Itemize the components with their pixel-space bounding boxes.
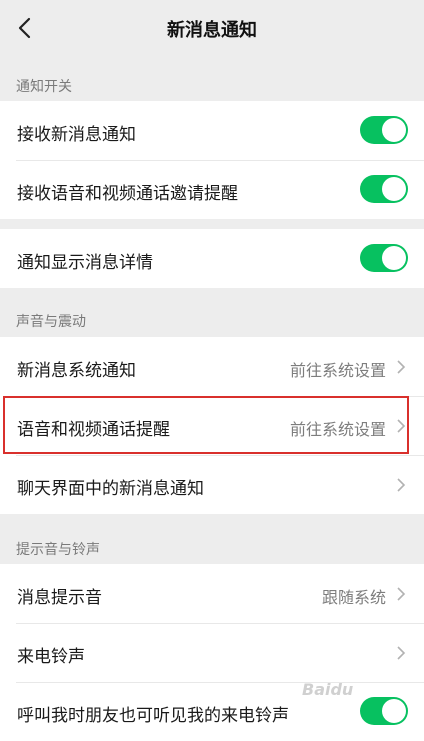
friends-hear-ringtone-toggle[interactable] (360, 697, 408, 725)
toggle-knob (382, 699, 406, 723)
row-label: 新消息系统通知 (17, 361, 136, 381)
row-chat-new-message-notify[interactable]: 聊天界面中的新消息通知 (0, 455, 424, 514)
section-label-sound-vibrate: 声音与震动 (16, 314, 86, 330)
chevron-right-icon (397, 419, 406, 433)
chevron-right-icon (397, 646, 406, 660)
row-receive-new-message-notify[interactable]: 接收新消息通知 (0, 101, 424, 160)
row-value: 前往系统设置 (289, 361, 386, 380)
chevron-right-icon (397, 478, 406, 492)
row-label: 聊天界面中的新消息通知 (17, 479, 204, 499)
row-label: 语音和视频通话提醒 (17, 420, 170, 440)
navigation-bar: 新消息通知 (0, 0, 424, 58)
row-label: 接收语音和视频通话邀请提醒 (17, 184, 238, 204)
section-label-notify-switch: 通知开关 (16, 79, 72, 95)
chevron-right-icon (397, 360, 406, 374)
toggle-knob (382, 177, 406, 201)
row-call-ringtone[interactable]: 来电铃声 (0, 623, 424, 682)
group-ringtone: 消息提示音 跟随系统 来电铃声 呼叫我时朋友也可听见我的来电铃声 (0, 564, 424, 741)
page-title: 新消息通知 (167, 20, 257, 41)
row-value: 前往系统设置 (289, 420, 386, 439)
row-label: 消息提示音 (17, 588, 102, 608)
group-notify-switch: 接收新消息通知 接收语音和视频通话邀请提醒 (0, 101, 424, 219)
baidu-watermark: Baidu (302, 680, 354, 699)
receive-call-invite-toggle[interactable] (360, 175, 408, 203)
row-label: 接收新消息通知 (17, 125, 136, 145)
row-call-reminder[interactable]: 语音和视频通话提醒 前往系统设置 (0, 396, 424, 455)
show-details-toggle[interactable] (360, 244, 408, 272)
receive-new-message-toggle[interactable] (360, 116, 408, 144)
group-details: 通知显示消息详情 (0, 229, 424, 288)
row-label: 呼叫我时朋友也可听见我的来电铃声 (17, 706, 289, 726)
row-new-message-system-notify[interactable]: 新消息系统通知 前往系统设置 (0, 337, 424, 396)
row-receive-call-invite-notify[interactable]: 接收语音和视频通话邀请提醒 (0, 160, 424, 219)
toggle-knob (382, 246, 406, 270)
row-friends-hear-ringtone[interactable]: 呼叫我时朋友也可听见我的来电铃声 (0, 682, 424, 741)
row-value: 跟随系统 (321, 588, 386, 607)
row-label: 来电铃声 (17, 647, 85, 667)
section-label-ringtone: 提示音与铃声 (16, 542, 100, 558)
row-show-message-details[interactable]: 通知显示消息详情 (0, 229, 424, 288)
group-sound-vibrate: 新消息系统通知 前往系统设置 语音和视频通话提醒 前往系统设置 聊天界面中的新消… (0, 337, 424, 514)
chevron-right-icon (397, 587, 406, 601)
row-message-tone[interactable]: 消息提示音 跟随系统 (0, 564, 424, 623)
toggle-knob (382, 118, 406, 142)
row-label: 通知显示消息详情 (17, 253, 153, 273)
